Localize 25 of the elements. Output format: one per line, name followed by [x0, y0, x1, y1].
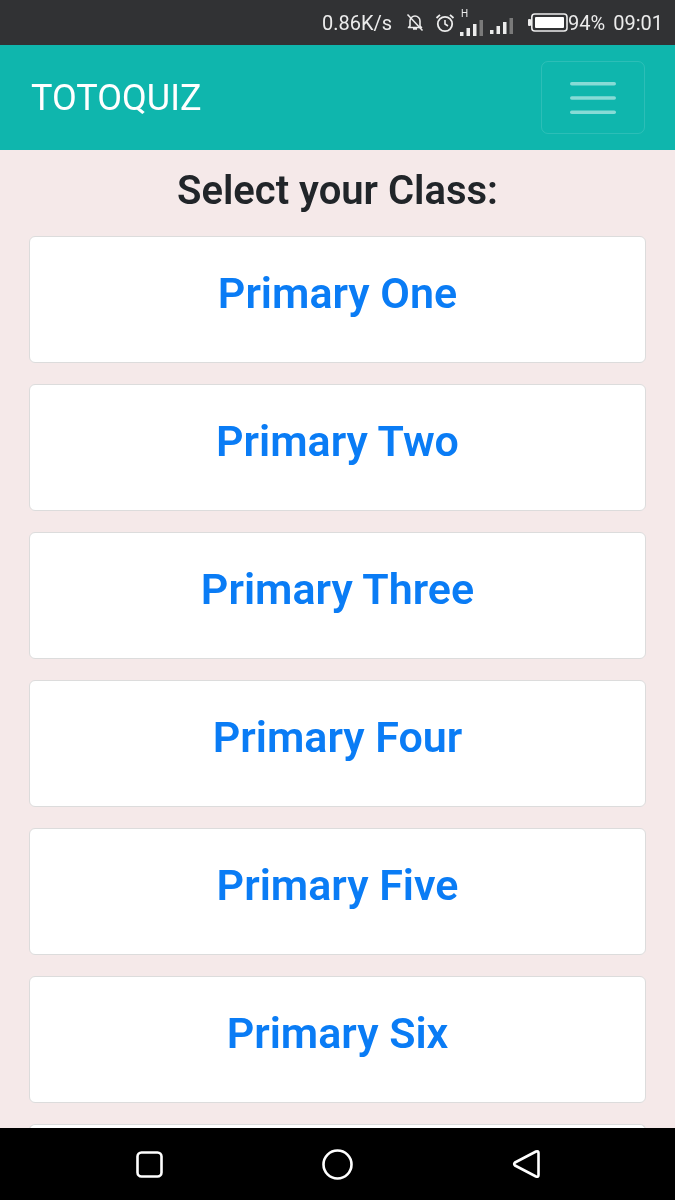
class-option-button[interactable]: Primary Six: [29, 976, 646, 1103]
battery-icon: [528, 13, 569, 32]
bell-muted-icon: [406, 13, 425, 32]
signal-strength-icon: [459, 19, 484, 36]
recent-apps-button[interactable]: [135, 1150, 163, 1178]
class-option-button[interactable]: Primary Five: [29, 828, 646, 955]
back-triangle-icon: [511, 1149, 540, 1179]
menu-icon: [570, 81, 616, 114]
circle-icon: [321, 1148, 353, 1180]
class-option-button[interactable]: Primary One: [29, 236, 646, 363]
page-heading: Select your Class:: [177, 167, 498, 215]
alarm-clock-icon: [435, 12, 456, 33]
brand-logo[interactable]: TOTOQUIZ: [31, 76, 202, 119]
square-icon: [135, 1150, 163, 1178]
battery-percentage: 94%: [568, 10, 606, 35]
home-button[interactable]: [321, 1148, 353, 1180]
clock-time: 09:01: [613, 10, 663, 35]
menu-toggle-button[interactable]: [541, 61, 645, 134]
signal-strength-icon: [489, 17, 514, 34]
class-option-button[interactable]: Primary Two: [29, 384, 646, 511]
class-option-button[interactable]: Primary Four: [29, 680, 646, 807]
network-speed: 0.86K/s: [321, 10, 393, 35]
back-button[interactable]: [511, 1149, 540, 1179]
network-type: H: [461, 8, 469, 19]
class-option-button[interactable]: Primary Three: [29, 532, 646, 659]
